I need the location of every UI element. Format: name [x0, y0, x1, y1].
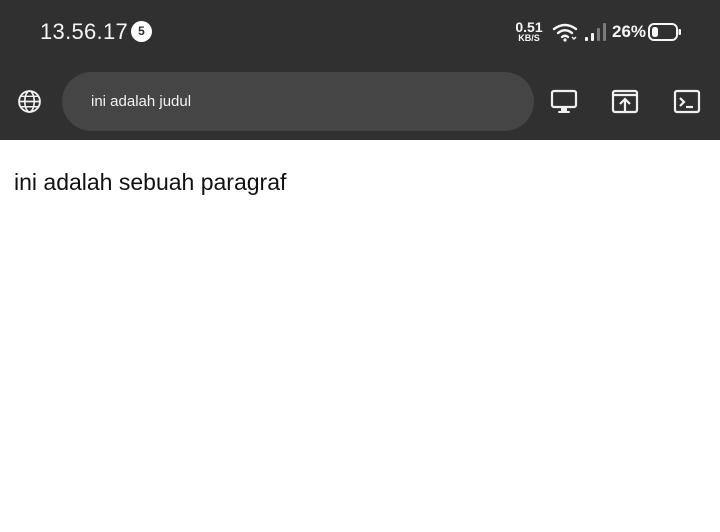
- network-speed: 0.51 KB/S: [514, 20, 544, 43]
- status-bar: 13.56.17 5 0.51 KB/S 26%: [0, 0, 720, 62]
- terminal-icon[interactable]: [673, 87, 701, 115]
- network-speed-value: 0.51: [515, 19, 543, 35]
- url-bar[interactable]: ini adalah judul: [62, 72, 534, 131]
- page-paragraph: ini adalah sebuah paragraf: [14, 169, 287, 195]
- globe-icon[interactable]: [17, 89, 42, 114]
- url-bar-text[interactable]: ini adalah judul: [91, 72, 191, 131]
- signal-icon: [585, 23, 606, 41]
- desktop-view-icon[interactable]: [550, 87, 578, 115]
- page-content: ini adalah sebuah paragraf: [0, 140, 720, 532]
- clock-time: 13.56.17: [40, 19, 129, 44]
- battery-icon: [648, 23, 681, 41]
- wifi-icon: [552, 23, 578, 42]
- battery-percent: 26%: [612, 22, 647, 41]
- open-in-browser-icon[interactable]: [611, 87, 639, 115]
- network-speed-unit: KB/S: [518, 33, 540, 43]
- notification-count-badge: 5: [131, 21, 152, 42]
